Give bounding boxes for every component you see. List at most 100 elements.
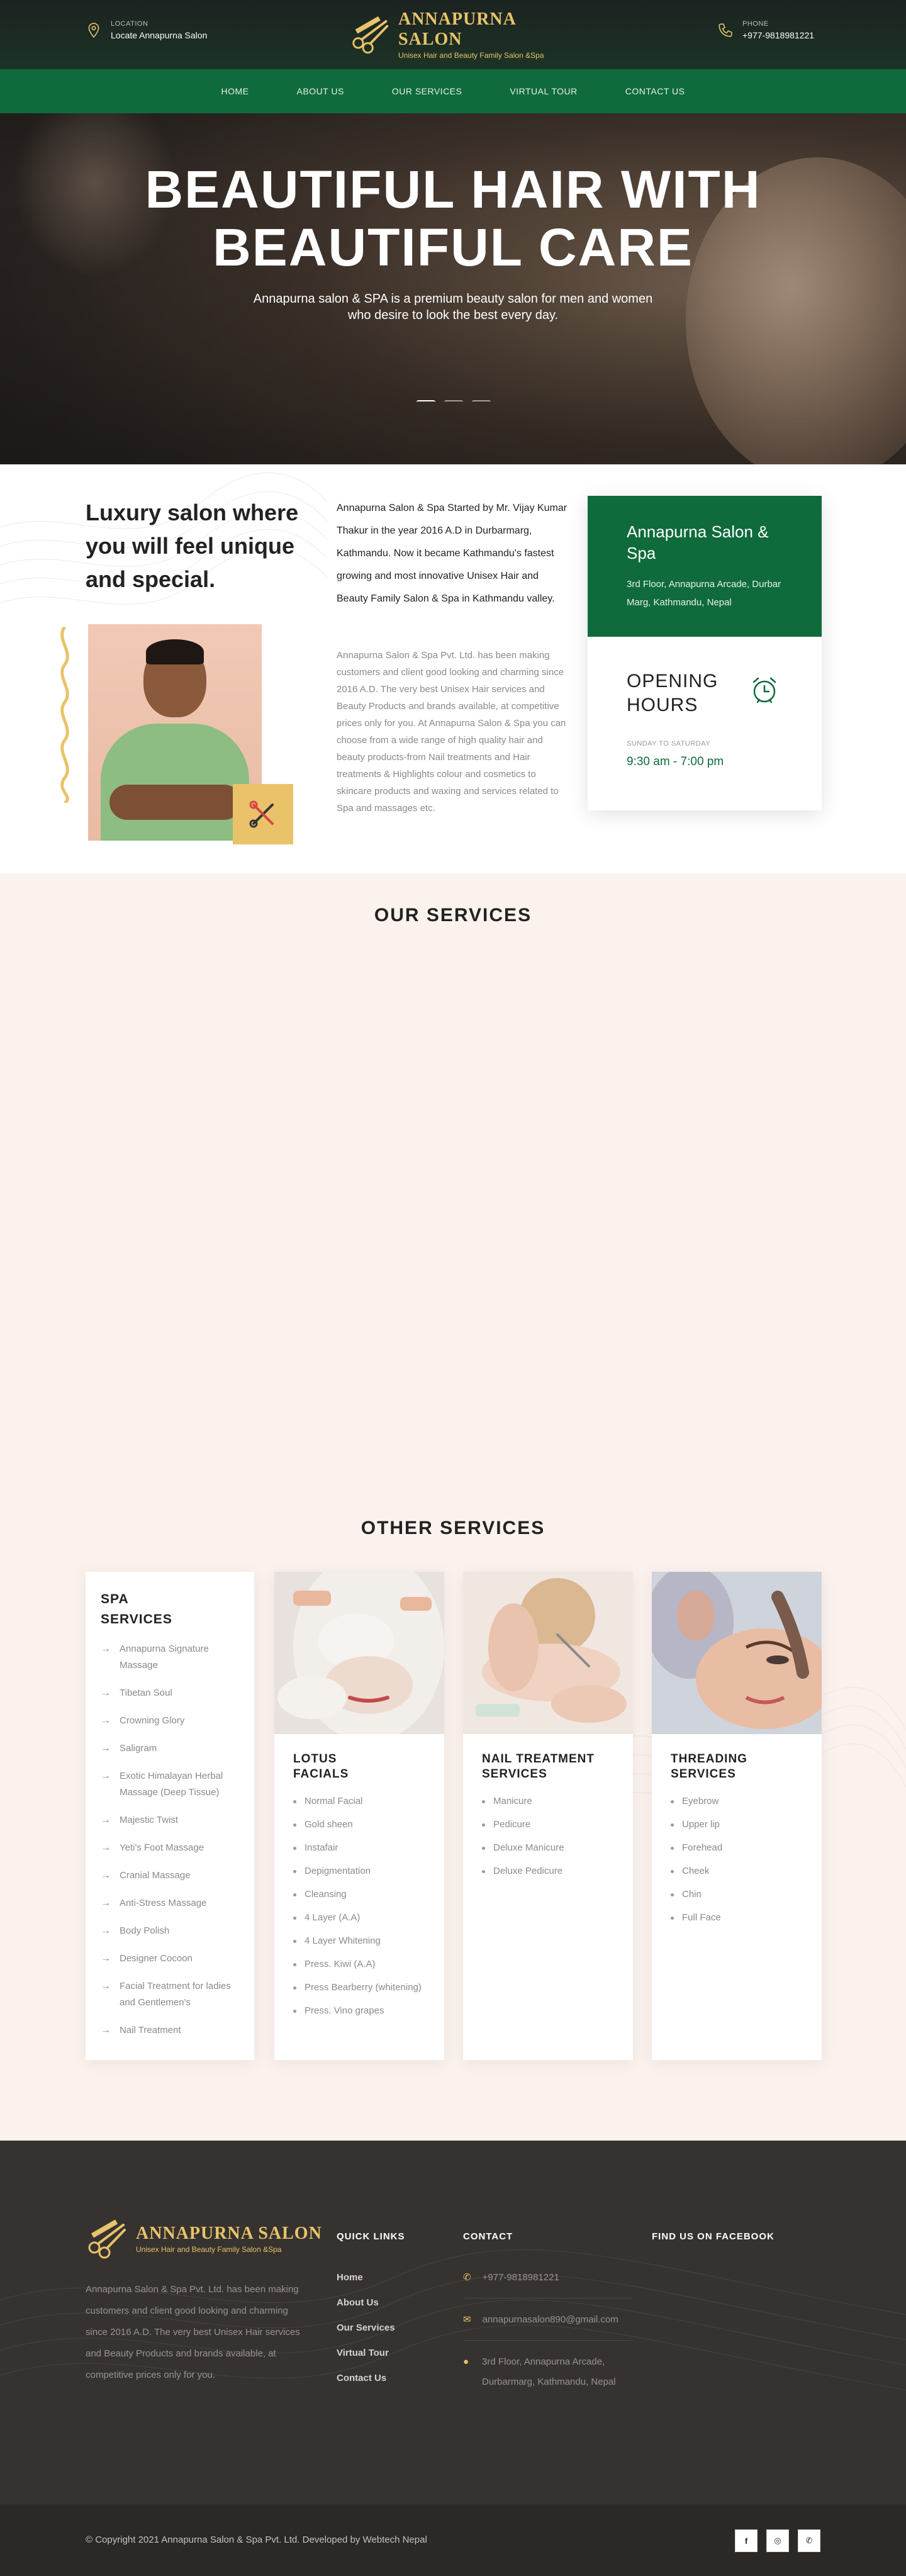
list-item[interactable]: → Yeti's Foot Massage: [101, 1840, 245, 1856]
list-item[interactable]: → Saligram: [101, 1740, 245, 1757]
slider-dots: [417, 400, 491, 404]
arrow-right-icon: →: [101, 1644, 111, 1654]
hero-subtitle-line-1: Annapurna salon & SPA is a premium beaut…: [253, 292, 653, 306]
footer-logo[interactable]: ANNAPURNA SALON Unisex Hair and Beauty F…: [86, 2219, 322, 2259]
nav-about-us[interactable]: ABOUT US: [273, 86, 368, 96]
nail-treatment-list: Manicure Pedicure Deluxe Manicure Deluxe…: [482, 1793, 620, 1886]
list-item: 4 Layer (A.A): [293, 1910, 432, 1926]
list-item[interactable]: → Majestic Twist: [101, 1812, 245, 1828]
spa-title-line-1: SPA: [101, 1592, 129, 1606]
mail-icon: ✉: [463, 2314, 471, 2325]
slider-dot-1[interactable]: [417, 400, 435, 404]
footer-logo-title: ANNAPURNA SALON: [136, 2224, 322, 2243]
spa-services-list: → Annapurna Signature Massage → Tibetan So…: [101, 1641, 245, 2050]
scissors-comb-icon: [352, 16, 389, 54]
arrow-right-icon: →: [101, 2025, 111, 2036]
nav-contact-us[interactable]: CONTACT US: [601, 86, 709, 96]
arrow-right-icon: →: [101, 1953, 111, 1964]
salon-name: Annapurna Salon & Spa: [627, 522, 769, 563]
threading-image: [652, 1572, 822, 1734]
nav-virtual-tour[interactable]: VIRTUAL TOUR: [486, 86, 601, 96]
threading-title: THREADING SERVICES: [671, 1752, 747, 1781]
about-intro: Annapurna Salon & Spa Started by Mr. Vij…: [337, 503, 568, 604]
quick-link-services[interactable]: Our Services: [337, 2316, 395, 2341]
main-nav: HOME ABOUT US OUR SERVICES VIRTUAL TOUR …: [0, 69, 906, 113]
instagram-icon[interactable]: ◎: [766, 2529, 789, 2552]
arrow-right-icon: →: [101, 1688, 111, 1698]
quick-link-contact[interactable]: Contact Us: [337, 2366, 395, 2391]
footer-email[interactable]: ✉ annapurnasalon890@gmail.com: [463, 2306, 633, 2341]
hero-subtitle: Annapurna salon & SPA is a premium beaut…: [201, 291, 705, 323]
list-item[interactable]: → Annapurna Signature Massage: [101, 1641, 245, 1674]
list-item: Instafair: [293, 1840, 432, 1856]
other-services-title: OTHER SERVICES: [361, 1518, 545, 1538]
info-card: Annapurna Salon & Spa 3rd Floor, Annapur…: [588, 496, 822, 810]
hero-title: BEAUTIFUL HAIR WITH BEAUTIFUL CARE: [76, 160, 830, 276]
about-body: Annapurna Salon & Spa Pvt. Ltd. has been…: [337, 650, 566, 814]
list-item: Deluxe Manicure: [482, 1840, 620, 1856]
our-services-title: OUR SERVICES: [374, 905, 532, 926]
list-item[interactable]: → Tibetan Soul: [101, 1685, 245, 1701]
site-logo[interactable]: ANNAPURNA SALON Unisex Hair and Beauty F…: [350, 9, 576, 60]
footer: ANNAPURNA SALON Unisex Hair and Beauty F…: [0, 2141, 906, 2504]
list-item: Press. Vino grapes: [293, 2003, 432, 2019]
footer-contact: ✆ +977-9818981221 ✉ annapurnasalon890@gmai…: [463, 2264, 633, 2410]
decorative-wave: [60, 627, 69, 803]
arrow-right-icon: →: [101, 1771, 111, 1781]
location-label: LOCATION: [111, 20, 148, 28]
footer-phone[interactable]: ✆ +977-9818981221: [463, 2264, 633, 2299]
quick-links-title: QUICK LINKS: [337, 2231, 405, 2242]
nail-image: [463, 1572, 633, 1734]
facebook-title: FIND US ON FACEBOOK: [652, 2231, 775, 2242]
slider-dot-3[interactable]: [472, 400, 491, 404]
list-item[interactable]: → Designer Cocoon: [101, 1951, 245, 1967]
list-item: Gold sheen: [293, 1817, 432, 1833]
opening-time: 9:30 am - 7:00 pm: [627, 755, 724, 768]
list-item: Manicure: [482, 1793, 620, 1810]
list-item[interactable]: → Anti-Stress Massage: [101, 1895, 245, 1912]
whatsapp-icon[interactable]: ✆: [798, 2529, 820, 2552]
list-item: Full Face: [671, 1910, 809, 1926]
location-pin-icon: ●: [463, 2356, 469, 2367]
copyright-bar: © Copyright 2021 Annapurna Salon & Spa P…: [0, 2504, 906, 2576]
spa-services-card: SPA SERVICES → Annapurna Signature Massag…: [86, 1572, 254, 2060]
list-item[interactable]: → Exotic Himalayan Herbal Massage (Deep T…: [101, 1768, 245, 1801]
facebook-icon[interactable]: f: [735, 2529, 758, 2552]
list-item[interactable]: → Facial Treatment for ladies and Gentlem…: [101, 1978, 245, 2011]
lotus-facials-title: LOTUS FACIALS: [293, 1752, 349, 1781]
hours-title-line-2: HOURS: [627, 695, 698, 715]
hero-title-line-1: BEAUTIFUL HAIR WITH: [145, 160, 761, 219]
arrow-right-icon: →: [101, 1715, 111, 1726]
location-link[interactable]: Locate Annapurna Salon: [111, 30, 207, 40]
slider-dot-2[interactable]: [444, 400, 463, 404]
list-item[interactable]: → Cranial Massage: [101, 1868, 245, 1884]
phone-icon: ✆: [463, 2272, 471, 2283]
arrow-right-icon: →: [101, 1870, 111, 1881]
phone-icon: [719, 23, 732, 37]
list-item[interactable]: → Nail Treatment: [101, 2022, 245, 2039]
scissors-badge: [233, 784, 293, 844]
nav-home[interactable]: HOME: [198, 86, 273, 96]
list-item[interactable]: → Body Polish: [101, 1923, 245, 1939]
phone-block[interactable]: PHONE +977-9818981221: [717, 20, 814, 40]
location-block[interactable]: LOCATION Locate Annapurna Salon: [86, 20, 207, 40]
quick-link-virtual-tour[interactable]: Virtual Tour: [337, 2341, 395, 2366]
scissors-icon: [249, 800, 274, 828]
list-item: Cheek: [671, 1863, 809, 1879]
alarm-clock-icon: [752, 677, 776, 703]
quick-link-about[interactable]: About Us: [337, 2290, 395, 2316]
nav-our-services[interactable]: OUR SERVICES: [368, 86, 486, 96]
phone-number[interactable]: +977-9818981221: [742, 30, 814, 40]
hero-subtitle-line-2: who desire to look the best every day.: [347, 308, 559, 322]
salon-address: 3rd Floor, Annapurna Arcade, Durbar Marg…: [627, 579, 781, 608]
quick-link-home[interactable]: Home: [337, 2265, 395, 2290]
spa-title-line-2: SERVICES: [101, 1612, 172, 1627]
scissors-comb-icon: [88, 2219, 126, 2259]
hero-title-line-2: BEAUTIFUL CARE: [213, 218, 693, 277]
phone-label: PHONE: [742, 20, 769, 28]
list-item: Press Bearberry (whitening): [293, 1980, 432, 1996]
list-item: Cleansing: [293, 1886, 432, 1903]
spa-services-title: SPA SERVICES: [101, 1589, 226, 1630]
arrow-right-icon: →: [101, 1925, 111, 1936]
list-item[interactable]: → Crowning Glory: [101, 1713, 245, 1729]
